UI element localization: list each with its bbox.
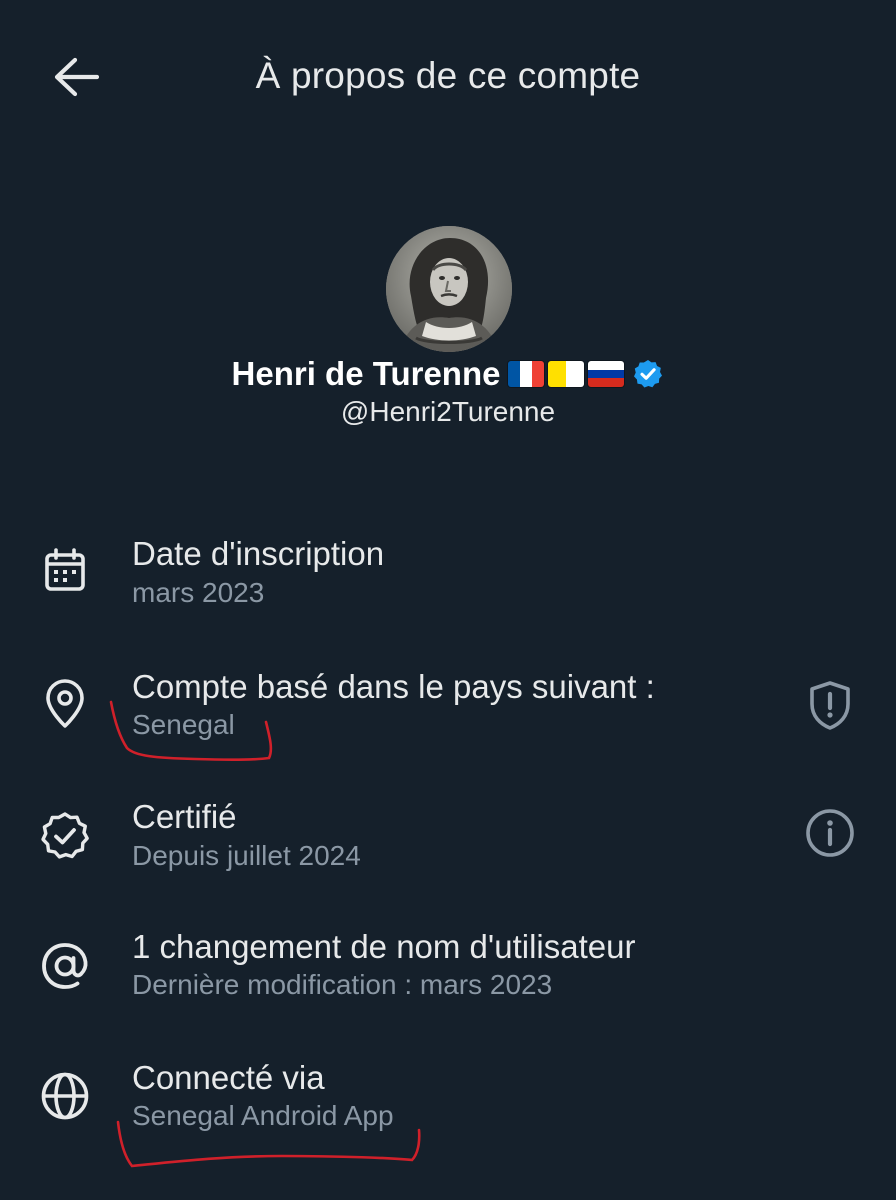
russia-flag-icon: [588, 361, 625, 387]
row-title: 1 changement de nom d'utilisateur: [132, 928, 636, 965]
row-subtitle: mars 2023: [132, 577, 265, 608]
verified-badge-icon[interactable]: [632, 358, 664, 390]
info-icon[interactable]: [800, 803, 860, 863]
profile-name: Henri de Turenne: [231, 355, 501, 392]
row-subtitle: Depuis juillet 2024: [132, 840, 361, 871]
flag-emojis: [508, 361, 625, 387]
avatar[interactable]: [386, 226, 512, 352]
row-subtitle: Dernière modification : mars 2023: [132, 969, 553, 1000]
detail-row-join-date: Date d'inscription mars 2023: [0, 530, 896, 640]
row-subtitle: Senegal: [132, 709, 235, 740]
profile-handle: @Henri2Turenne: [340, 396, 556, 427]
detail-row-connected-via: Connecté via Senegal Android App: [0, 1057, 896, 1167]
detail-row-country: Compte basé dans le pays suivant : Seneg…: [0, 663, 896, 773]
location-pin-icon: [38, 677, 92, 731]
row-title: Compte basé dans le pays suivant :: [132, 668, 655, 705]
vatican-flag-icon: [548, 361, 585, 387]
detail-row-username-changes: 1 changement de nom d'utilisateur Derniè…: [0, 925, 896, 1035]
row-subtitle: Senegal Android App: [132, 1100, 394, 1131]
france-flag-icon: [508, 361, 545, 387]
globe-icon: [38, 1069, 92, 1123]
at-sign-icon: [38, 939, 92, 993]
top-bar: À propos de ce compte: [0, 0, 896, 150]
row-title: Certifié: [132, 798, 237, 835]
row-title: Date d'inscription: [132, 535, 385, 572]
verified-badge-icon: [38, 809, 92, 863]
profile-name-row: Henri de Turenne: [0, 352, 896, 396]
page-title: À propos de ce compte: [255, 55, 641, 96]
row-title: Connecté via: [132, 1059, 325, 1096]
detail-row-verified: Certifié Depuis juillet 2024: [0, 795, 896, 905]
calendar-icon: [38, 544, 92, 598]
shield-alert-icon[interactable]: [800, 675, 860, 735]
portrait-image: [386, 226, 512, 352]
